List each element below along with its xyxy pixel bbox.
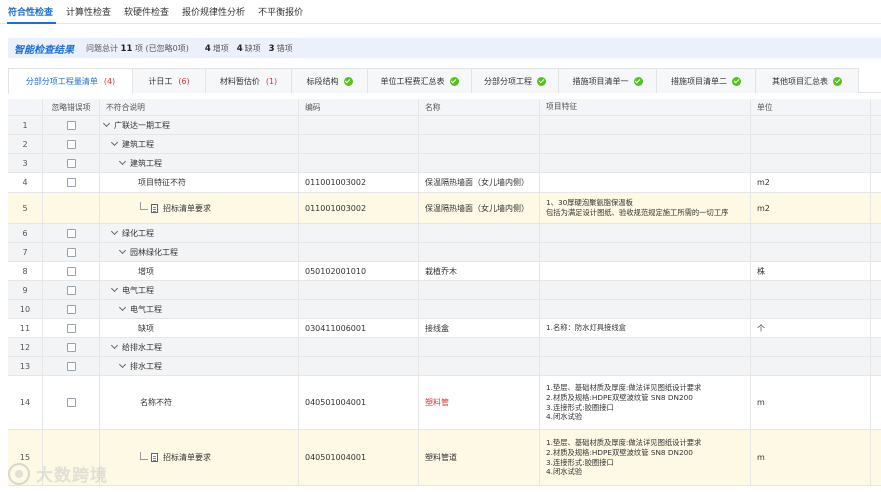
column-header-unit: 单位 bbox=[751, 99, 871, 115]
check-ok-icon bbox=[732, 76, 741, 86]
column-header-code: 编码 bbox=[299, 99, 419, 115]
tab-software-check[interactable]: 软硬件检查 bbox=[120, 0, 178, 23]
sub-tab-daywork[interactable]: 计日工 (6) bbox=[132, 68, 206, 93]
column-header-description: 不符合说明 bbox=[100, 99, 299, 115]
summary-missing-count: 4 缺项 bbox=[236, 43, 261, 54]
tree-branch-icon bbox=[140, 202, 148, 210]
chevron-down-icon[interactable] bbox=[110, 284, 119, 293]
summary-extra-count: 4 增项 bbox=[204, 43, 229, 54]
column-header-name: 名称 bbox=[419, 99, 540, 115]
sub-tab-bar: 分部分项工程量清单 (4) 计日工 (6) 材料暂估价 (1) 标段结构 单位工程费汇… bbox=[8, 68, 881, 94]
summary-total: 问题总计 11 项 (已忽略0项) bbox=[86, 43, 189, 54]
table-row[interactable]: 11 缺项 030411006001 接线盒 1.名称：防水灯具接线盒 个 bbox=[8, 319, 881, 338]
error-count-badge: (6) bbox=[178, 76, 190, 86]
check-ok-icon bbox=[449, 76, 459, 86]
column-header-extra bbox=[871, 99, 881, 115]
table-row[interactable]: 8 增项 050102001010 栽植乔木 株 bbox=[8, 262, 881, 281]
ignore-checkbox[interactable] bbox=[66, 139, 76, 149]
ignore-checkbox[interactable] bbox=[66, 266, 76, 276]
sub-tab-unit-cost-summary[interactable]: 单位工程费汇总表 bbox=[367, 68, 472, 93]
ignore-checkbox[interactable] bbox=[66, 228, 76, 238]
table-row[interactable]: 3 建筑工程 bbox=[8, 154, 881, 173]
table-row[interactable]: 12 给排水工程 bbox=[8, 338, 881, 357]
tab-unbalanced-quote[interactable]: 不平衡报价 bbox=[254, 0, 312, 23]
chevron-down-icon[interactable] bbox=[118, 246, 127, 255]
summary-title: 智能检查结果 bbox=[14, 44, 74, 56]
tab-quote-pattern-analysis[interactable]: 报价规律性分析 bbox=[178, 0, 254, 23]
chevron-down-icon[interactable] bbox=[110, 138, 119, 147]
sub-tab-bill-of-quantities[interactable]: 分部分项工程量清单 (4) bbox=[8, 68, 133, 94]
sub-tab-subdivision-works[interactable]: 分部分项工程 bbox=[471, 68, 559, 93]
tab-calculation-check[interactable]: 计算性检查 bbox=[62, 0, 120, 23]
ignore-checkbox[interactable] bbox=[66, 247, 76, 257]
chevron-down-icon[interactable] bbox=[118, 360, 127, 369]
ignore-checkbox[interactable] bbox=[66, 398, 76, 407]
sub-tab-measures-list-1[interactable]: 措施项目清单一 bbox=[558, 68, 657, 93]
chevron-down-icon[interactable] bbox=[110, 341, 119, 350]
check-result-table: 忽略错误项 不符合说明 编码 名称 项目特征 单位 1 广联达一期工程 2 建筑… bbox=[8, 99, 881, 486]
table-row[interactable]: 7 园林绿化工程 bbox=[8, 243, 881, 262]
error-count-badge: (1) bbox=[265, 76, 278, 86]
table-row[interactable]: 15 招标清单要求 040501004001 塑料管道 1.垫层、基础材质及厚度… bbox=[8, 430, 881, 486]
watermark-logo-icon bbox=[8, 462, 30, 485]
table-row[interactable]: 5 招标清单要求 011001003002 保温隔热墙面（女儿墙内侧） 1、30… bbox=[8, 193, 881, 224]
chevron-down-icon[interactable] bbox=[110, 227, 119, 236]
column-header-features: 项目特征 bbox=[540, 99, 751, 115]
sub-tab-material-estimate[interactable]: 材料暂估价 (1) bbox=[205, 68, 292, 93]
ignore-checkbox[interactable] bbox=[66, 285, 76, 295]
sub-tab-section-structure[interactable]: 标段结构 bbox=[291, 68, 368, 93]
top-tab-bar: 符合性检查 计算性检查 软硬件检查 报价规律性分析 不平衡报价 bbox=[0, 0, 881, 24]
table-row[interactable]: 4 项目特征不符 011001003002 保温隔热墙面（女儿墙内侧） m2 bbox=[8, 173, 881, 193]
table-row[interactable]: 6 绿化工程 bbox=[8, 224, 881, 243]
table-row[interactable]: 9 电气工程 bbox=[8, 281, 881, 300]
check-ok-icon bbox=[833, 76, 842, 86]
chevron-down-icon[interactable] bbox=[118, 157, 127, 166]
summary-wrong-count: 3 错项 bbox=[268, 43, 293, 54]
chevron-down-icon[interactable] bbox=[102, 119, 111, 128]
ignore-checkbox[interactable] bbox=[66, 120, 76, 130]
table-row[interactable]: 2 建筑工程 bbox=[8, 135, 881, 154]
ignore-checkbox[interactable] bbox=[66, 323, 76, 333]
sub-tab-other-items-summary[interactable]: 其他项目汇总表 bbox=[755, 68, 859, 93]
tab-compliance-check[interactable]: 符合性检查 bbox=[4, 0, 62, 24]
check-ok-icon bbox=[537, 76, 546, 86]
table-row[interactable]: 1 广联达一期工程 bbox=[8, 116, 881, 135]
check-ok-icon bbox=[343, 76, 353, 86]
check-ok-icon bbox=[633, 76, 643, 86]
table-row[interactable]: 10 电气工程 bbox=[8, 300, 881, 319]
ignore-checkbox[interactable] bbox=[66, 178, 76, 187]
error-count-badge: (4) bbox=[103, 77, 116, 86]
tree-branch-icon bbox=[140, 451, 148, 460]
column-header-row-number bbox=[8, 99, 43, 115]
ignore-checkbox[interactable] bbox=[66, 361, 76, 371]
chevron-down-icon[interactable] bbox=[118, 303, 127, 312]
table-row[interactable]: 13 排水工程 bbox=[8, 357, 881, 376]
document-icon bbox=[151, 453, 158, 462]
table-row[interactable]: 14 名称不符 040501004001 塑料管 1.垫层、基础材质及厚度:做法… bbox=[8, 376, 881, 430]
ignore-checkbox[interactable] bbox=[66, 304, 76, 314]
ignore-checkbox[interactable] bbox=[66, 342, 76, 352]
ignore-checkbox[interactable] bbox=[66, 158, 76, 168]
sub-tab-measures-list-2[interactable]: 措施项目清单二 bbox=[656, 68, 756, 93]
column-header-ignore: 忽略错误项 bbox=[43, 99, 100, 115]
document-icon bbox=[151, 203, 158, 213]
table-header: 忽略错误项 不符合说明 编码 名称 项目特征 单位 bbox=[8, 99, 881, 116]
result-summary: 智能检查结果 问题总计 11 项 (已忽略0项) 4 增项 4 缺项 3 错项 bbox=[8, 38, 881, 58]
watermark: 大数跨境 bbox=[8, 461, 108, 486]
